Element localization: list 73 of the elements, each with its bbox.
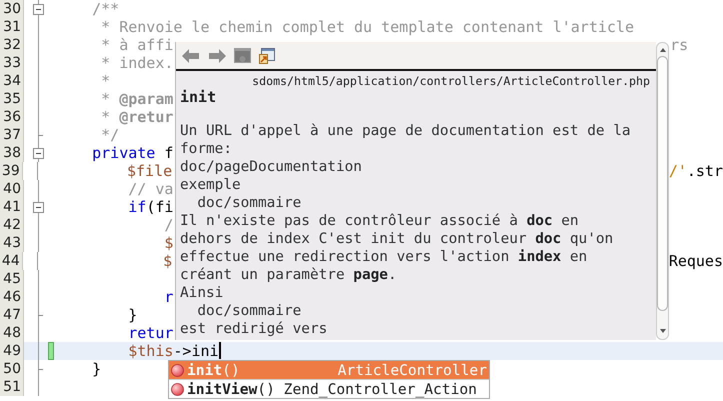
line-number: 42 <box>0 216 24 234</box>
doc-text: effectue une redirection vers l'action index en <box>180 248 588 266</box>
code-text: retur <box>127 324 174 342</box>
line-number: 47 <box>0 306 24 324</box>
text-cursor <box>218 342 221 359</box>
line-number: 33 <box>0 54 24 72</box>
code-text: /** <box>91 0 120 18</box>
code-text: private f <box>91 144 174 162</box>
line-number: 32 <box>0 36 24 54</box>
code-text: /'.str <box>668 162 723 180</box>
scroll-down-icon[interactable] <box>660 329 666 333</box>
code-text: $this->ini <box>127 342 219 360</box>
scrollbar[interactable] <box>656 42 669 340</box>
code-text: r <box>163 288 174 306</box>
completion-item[interactable]: initView() Zend_Controller_Action <box>169 380 489 398</box>
code-text: * @param <box>100 90 174 108</box>
method-icon <box>171 382 184 396</box>
scroll-thumb[interactable] <box>657 56 668 311</box>
code-text: * Renvoie le chemin complet du template contenant l'article <box>100 18 634 36</box>
code-text: * <box>100 72 110 90</box>
doc-text: forme: <box>180 140 233 158</box>
code-text: // va <box>127 180 174 198</box>
method-icon <box>171 364 184 376</box>
scroll-up-icon[interactable] <box>660 48 666 52</box>
code-text: $ <box>162 252 172 270</box>
line-number: 35 <box>0 90 24 108</box>
doc-text: dehors de index C'est init du controleur doc qu'on <box>180 230 614 248</box>
line-number: 44 <box>0 252 23 270</box>
fold-toggle-icon[interactable] <box>33 202 44 213</box>
code-text: Reques <box>668 252 723 270</box>
doc-text: Ainsi <box>180 284 224 302</box>
line-number: 37 <box>0 126 24 144</box>
code-text: / <box>163 216 174 234</box>
line-number: 36 <box>0 108 24 126</box>
line-number: 46 <box>0 288 24 306</box>
line-number: 34 <box>0 72 24 90</box>
line-number: 43 <box>0 234 24 252</box>
line-number: 50 <box>0 360 24 378</box>
doc-text: doc/pageDocumentation <box>180 158 363 176</box>
file-path: sdoms/html5/application/controllers/ArticleController.php <box>251 73 651 88</box>
doc-text: créant un paramètre page. <box>180 266 398 284</box>
external-window-icon[interactable] <box>259 48 275 64</box>
code-text: } <box>91 360 102 378</box>
back-arrow-icon[interactable] <box>182 48 200 62</box>
line-number: 51 <box>0 378 24 396</box>
line-number: 40 <box>0 180 24 198</box>
doc-text: Un URL d'appel à une page de documentation est de la <box>180 122 632 140</box>
doc-text: Il n'existe pas de contrôleur associé à doc en <box>180 212 580 230</box>
forward-arrow-icon[interactable] <box>208 48 226 62</box>
line-number: 41 <box>0 198 24 216</box>
fold-toggle-icon[interactable] <box>33 148 44 159</box>
code-text: $ <box>163 234 174 252</box>
line-number: 39 <box>0 162 23 180</box>
doc-text: est redirigé vers <box>180 320 328 338</box>
line-number: 45 <box>0 270 24 288</box>
doc-text: doc/sommaire <box>196 194 302 212</box>
line-number: 48 <box>0 324 24 342</box>
code-text: * @retur <box>100 108 174 126</box>
doc-text: doc/sommaire <box>196 302 302 320</box>
code-text: * à affi <box>100 36 174 54</box>
fold-toggle-icon[interactable] <box>33 4 44 15</box>
code-text: if(fi <box>127 198 174 216</box>
line-number: 31 <box>0 18 24 36</box>
line-number: 30 <box>0 0 24 18</box>
line-number: 38 <box>0 144 24 162</box>
code-text: $file <box>126 162 172 180</box>
doc-text: exemple <box>180 176 242 194</box>
code-text: */ <box>100 126 120 144</box>
line-number: 49 <box>0 342 24 360</box>
doc-title: init <box>179 88 218 106</box>
code-text: } <box>127 306 138 324</box>
code-text: rs <box>670 36 688 54</box>
code-text: * index. <box>100 54 174 72</box>
